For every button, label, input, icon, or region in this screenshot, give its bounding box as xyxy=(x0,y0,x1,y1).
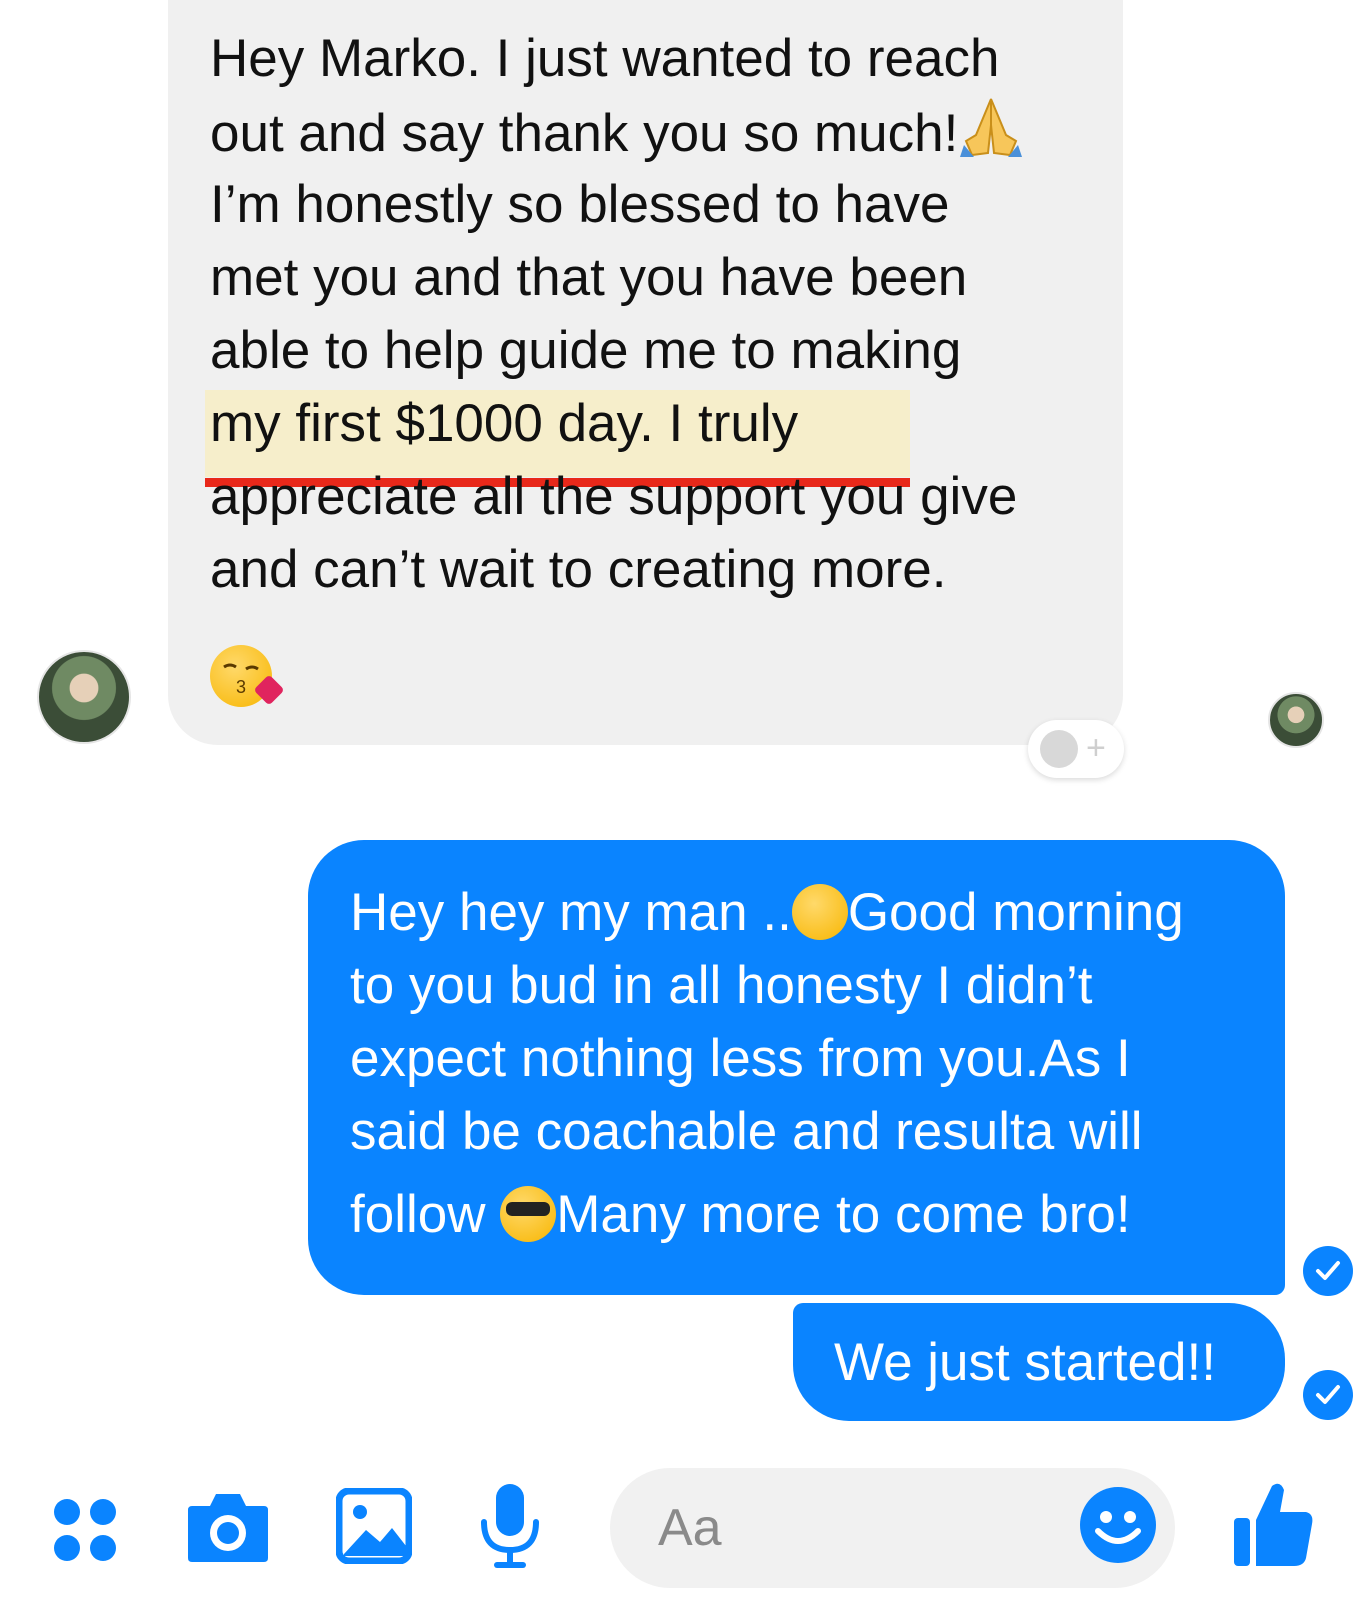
like-icon[interactable] xyxy=(1232,1480,1314,1568)
add-reaction-button[interactable]: + xyxy=(1028,720,1124,778)
add-reaction-icon xyxy=(1040,730,1078,768)
read-receipt-icon xyxy=(1303,1370,1353,1420)
svg-text:3: 3 xyxy=(236,677,246,697)
incoming-line-highlighted: my first $1000 day. I truly xyxy=(210,394,799,453)
winking-face-icon xyxy=(791,884,848,940)
outgoing-line: expect nothing less from you.As I xyxy=(350,1029,1131,1088)
sender-avatar[interactable] xyxy=(37,650,131,744)
incoming-line: appreciate all the support you give xyxy=(210,467,1018,526)
image-icon[interactable] xyxy=(336,1488,412,1564)
plus-icon: + xyxy=(1086,729,1106,767)
outgoing-message-text: Hey hey my man .. Good morning to you bud… xyxy=(350,876,1290,1251)
incoming-line: met you and that you have been xyxy=(210,248,968,307)
incoming-line: I’m honestly so blessed to have xyxy=(210,175,950,234)
seen-avatar xyxy=(1268,692,1324,748)
outgoing-line: to you bud in all honesty I didn’t xyxy=(350,956,1093,1015)
kissing-heart-icon: 3 xyxy=(210,645,285,707)
camera-icon[interactable] xyxy=(186,1488,270,1564)
sunglasses-face-icon xyxy=(500,1186,557,1242)
outgoing-message-text: We just started!! xyxy=(834,1333,1216,1392)
incoming-message-text: Hey Marko. I just wanted to reach out an… xyxy=(210,22,1110,606)
outgoing-line: follow Many more to come bro! xyxy=(350,1185,1131,1244)
folded-hands-icon xyxy=(960,98,1023,157)
incoming-line: out and say thank you so much! xyxy=(210,95,1110,168)
outgoing-line: Hey hey my man .. Good morning xyxy=(350,883,1184,942)
apps-icon[interactable] xyxy=(50,1495,120,1565)
read-receipt-icon xyxy=(1303,1246,1353,1296)
incoming-line: and can’t wait to creating more. xyxy=(210,540,947,599)
outgoing-line: said be coachable and resulta will xyxy=(350,1102,1143,1161)
incoming-line: Hey Marko. I just wanted to reach xyxy=(210,29,1000,88)
emoji-icon[interactable] xyxy=(1078,1485,1158,1565)
message-input-placeholder: Aa xyxy=(658,1499,722,1557)
incoming-line: able to help guide me to making xyxy=(210,321,962,380)
microphone-icon[interactable] xyxy=(478,1482,542,1572)
